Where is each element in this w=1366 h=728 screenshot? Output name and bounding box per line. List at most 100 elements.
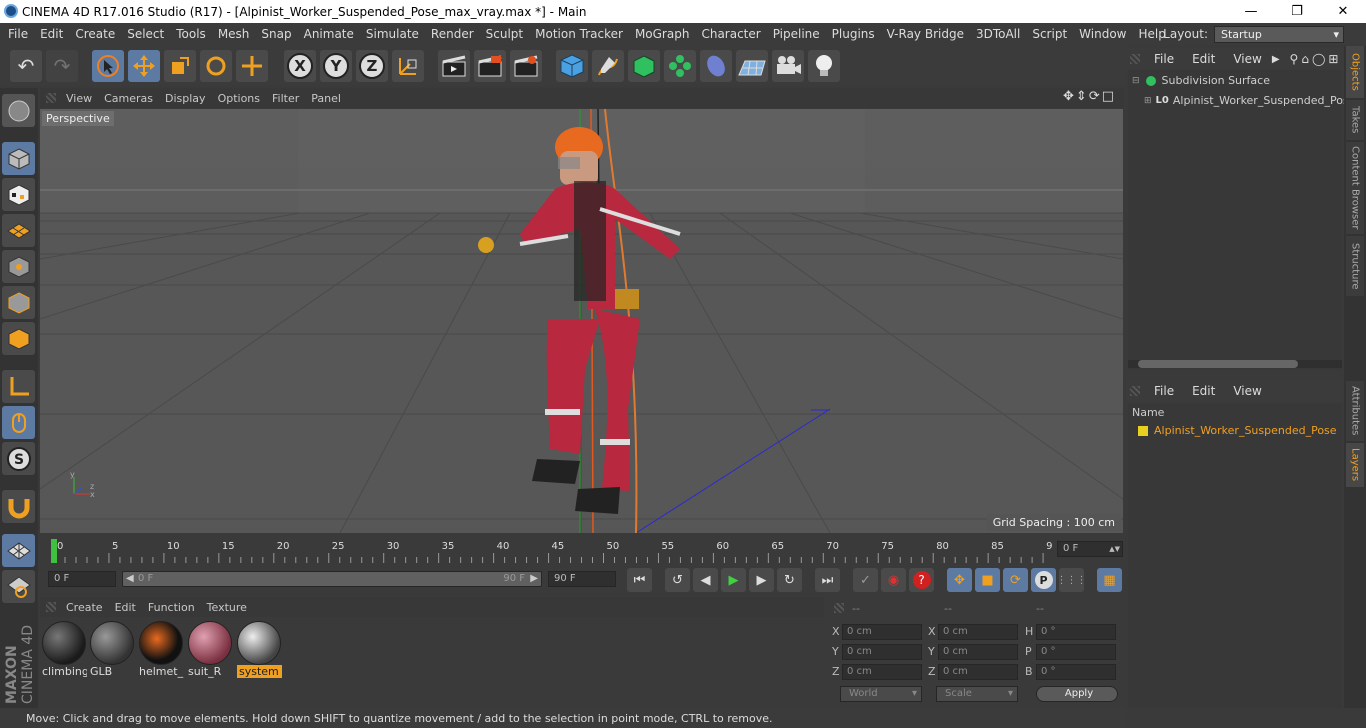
menu-simulate[interactable]: Simulate [360, 27, 425, 41]
go-to-end-button[interactable]: ⏭ [815, 568, 840, 592]
deformer-button[interactable] [700, 50, 732, 82]
snap-button[interactable]: S [2, 442, 35, 475]
timeline-ruler[interactable]: 0 5 10 15 20 25 30 35 40 45 50 55 60 65 70 75 80 85 90 0 F… [40, 535, 1124, 565]
viewport-menu-display[interactable]: Display [165, 92, 206, 105]
make-editable-button[interactable] [2, 94, 35, 127]
key-pla-button[interactable]: ⋮⋮⋮ [1057, 568, 1087, 592]
key-rotation-button[interactable]: ⟳ [1003, 568, 1028, 592]
tweak-mode-button[interactable] [2, 406, 35, 439]
redo-button[interactable]: ↷ [46, 50, 78, 82]
key-scale-button[interactable]: ■ [975, 568, 1000, 592]
pos-y-field[interactable]: 0 cm [842, 644, 922, 660]
objects-menu-file[interactable]: File [1154, 52, 1174, 66]
menu-character[interactable]: Character [695, 27, 766, 41]
menu-pipeline[interactable]: Pipeline [767, 27, 826, 41]
menu-script[interactable]: Script [1026, 27, 1073, 41]
size-z-field[interactable]: 0 cm [938, 664, 1018, 680]
menu-animate[interactable]: Animate [298, 27, 360, 41]
motion-record-button[interactable]: ✓ [853, 568, 878, 592]
rot-b-field[interactable]: 0 ° [1036, 664, 1116, 680]
scale-tool-button[interactable] [164, 50, 196, 82]
material-menu-edit[interactable]: Edit [115, 601, 136, 614]
viewport-menu-filter[interactable]: Filter [272, 92, 299, 105]
layers-menu-edit[interactable]: Edit [1192, 384, 1215, 398]
object-tree-scrollbar[interactable] [1128, 360, 1342, 368]
objects-menu-edit[interactable]: Edit [1192, 52, 1215, 66]
tab-attributes[interactable]: Attributes [1346, 381, 1364, 441]
subdivision-surface-button[interactable] [628, 50, 660, 82]
object-item-subdivision[interactable]: ⊟ Subdivision Surface [1132, 74, 1270, 87]
viewport-camera-label[interactable]: Perspective [42, 111, 114, 126]
coordinate-mode-dropdown[interactable]: World ▾ [840, 686, 922, 702]
end-frame-field[interactable]: 90 F [548, 571, 616, 587]
menu-file[interactable]: File [0, 27, 34, 41]
move-tool-button[interactable] [128, 50, 160, 82]
z-axis-lock-button[interactable]: Z [356, 50, 388, 82]
material-menu-function[interactable]: Function [148, 601, 195, 614]
viewport-navigation-icons[interactable]: ✥⇕⟳□ [1063, 89, 1116, 104]
autokeying-button[interactable]: ? [909, 568, 934, 592]
points-mode-button[interactable] [2, 250, 35, 283]
object-item-alpinist[interactable]: ⊞ L0 Alpinist_Worker_Suspended_Pos [1144, 94, 1349, 107]
objects-menu-view[interactable]: View [1233, 52, 1261, 66]
previous-key-button[interactable]: ↺ [665, 568, 690, 592]
layers-menu-file[interactable]: File [1154, 384, 1174, 398]
frame-range-slider[interactable]: ◀ 0 F 90 F ▶ [122, 571, 542, 587]
close-button[interactable]: ✕ [1320, 0, 1366, 23]
menu-motion-tracker[interactable]: Motion Tracker [529, 27, 629, 41]
minimize-button[interactable]: — [1228, 0, 1274, 23]
camera-button[interactable] [772, 50, 804, 82]
viewport-menu-panel[interactable]: Panel [311, 92, 341, 105]
material-swatch[interactable]: climbing [42, 621, 87, 678]
rot-p-field[interactable]: 0 ° [1036, 644, 1116, 660]
layers-menu-view[interactable]: View [1233, 384, 1261, 398]
menu-render[interactable]: Render [425, 27, 480, 41]
x-axis-lock-button[interactable]: X [284, 50, 316, 82]
undo-button[interactable]: ↶ [10, 50, 42, 82]
grid-snap-button[interactable] [2, 534, 35, 567]
restore-button[interactable]: ❐ [1274, 0, 1320, 23]
material-swatch[interactable]: helmet_ [139, 621, 184, 678]
next-key-button[interactable]: ↻ [777, 568, 802, 592]
viewport-menu-view[interactable]: View [66, 92, 92, 105]
menu-snap[interactable]: Snap [255, 27, 297, 41]
edges-mode-button[interactable] [2, 286, 35, 319]
menu-3dtoall[interactable]: 3DToAll [970, 27, 1026, 41]
current-frame-field[interactable]: 0 F ▲▼ [1057, 541, 1123, 557]
next-frame-button[interactable]: ▶ [749, 568, 774, 592]
menu-sculpt[interactable]: Sculpt [480, 27, 529, 41]
menu-create[interactable]: Create [69, 27, 121, 41]
menu-mograph[interactable]: MoGraph [629, 27, 696, 41]
menu-mesh[interactable]: Mesh [212, 27, 256, 41]
axis-mode-button[interactable] [2, 370, 35, 403]
menu-tools[interactable]: Tools [170, 27, 212, 41]
key-position-button[interactable]: ✥ [947, 568, 972, 592]
y-axis-lock-button[interactable]: Y [320, 50, 352, 82]
rot-h-field[interactable]: 0 ° [1036, 624, 1116, 640]
tab-objects[interactable]: Objects [1346, 46, 1364, 98]
tab-takes[interactable]: Takes [1346, 100, 1364, 140]
tab-structure[interactable]: Structure [1346, 236, 1364, 296]
model-mode-button[interactable] [2, 142, 35, 175]
texture-mode-button[interactable] [2, 178, 35, 211]
cube-object-button[interactable] [556, 50, 588, 82]
previous-frame-button[interactable]: ◀ [693, 568, 718, 592]
material-menu-create[interactable]: Create [66, 601, 103, 614]
material-menu-texture[interactable]: Texture [207, 601, 247, 614]
play-button[interactable]: ▶ [721, 568, 746, 592]
material-swatch[interactable]: suit_R [188, 621, 233, 678]
start-frame-field[interactable]: 0 F [48, 571, 116, 587]
more-arrow-icon[interactable]: ▶ [1272, 54, 1280, 65]
rotate-tool-button[interactable] [200, 50, 232, 82]
material-swatch[interactable]: GLB [90, 621, 135, 678]
timeline-window-button[interactable]: ▦ [1097, 568, 1122, 592]
transform-tool-button[interactable] [236, 50, 268, 82]
polygons-mode-button[interactable] [2, 322, 35, 355]
material-swatch-selected[interactable]: system [237, 621, 282, 678]
search-home-icons[interactable]: ⚲⌂◯⊞ [1290, 52, 1342, 66]
menu-vray-bridge[interactable]: V-Ray Bridge [881, 27, 970, 41]
record-active-button[interactable]: ◉ [881, 568, 906, 592]
pos-x-field[interactable]: 0 cm [842, 624, 922, 640]
pos-z-field[interactable]: 0 cm [842, 664, 922, 680]
render-picture-viewer-button[interactable] [474, 50, 506, 82]
